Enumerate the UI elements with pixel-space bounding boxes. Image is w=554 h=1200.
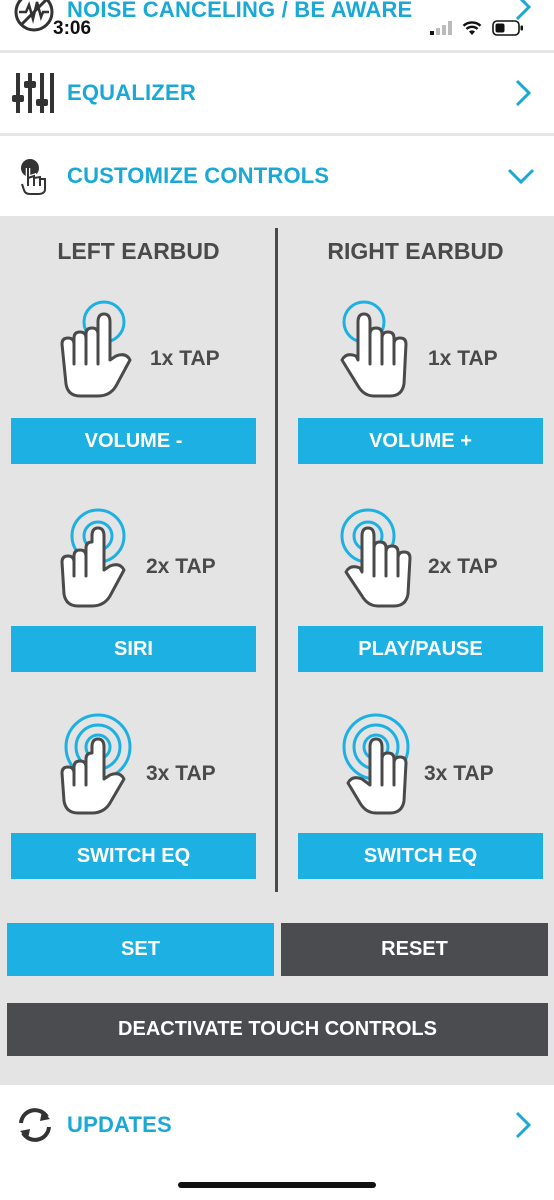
triple-tap-gesture-icon	[60, 713, 132, 815]
double-tap-gesture-icon	[60, 508, 126, 608]
triple-tap-gesture-icon	[342, 713, 410, 815]
equalizer-sliders-icon	[12, 73, 54, 113]
menu-row-customize-controls[interactable]: CUSTOMIZE CONTROLS	[0, 136, 554, 216]
refresh-icon	[19, 1108, 51, 1142]
noise-canceling-label: NOISE CANCELING / BE AWARE	[67, 0, 413, 22]
right-2x-tap-action-button[interactable]: PLAY/PAUSE	[298, 626, 543, 672]
reset-button[interactable]: RESET	[281, 923, 548, 976]
right-tap-label: 3x TAP	[424, 762, 494, 785]
chevron-right-icon	[515, 0, 532, 21]
cellular-signal-icon	[430, 21, 452, 35]
right-3x-tap-action-button[interactable]: SWITCH EQ	[298, 833, 543, 879]
battery-icon	[492, 20, 523, 36]
menu-row-updates[interactable]: UPDATES	[0, 1085, 554, 1165]
single-tap-gesture-icon	[340, 300, 408, 398]
chevron-right-icon	[515, 1111, 532, 1139]
left-earbud-title: LEFT EARBUD	[57, 238, 220, 264]
right-tap-label: 1x TAP	[428, 347, 498, 370]
home-indicator	[178, 1182, 376, 1188]
left-tap-label: 2x TAP	[146, 555, 216, 578]
right-1x-tap-action-button[interactable]: VOLUME +	[298, 418, 543, 464]
menu-row-equalizer[interactable]: EQUALIZER	[0, 53, 554, 133]
earbud-divider	[275, 228, 278, 892]
right-earbud-title: RIGHT EARBUD	[327, 238, 504, 264]
deactivate-touch-controls-button[interactable]: DEACTIVATE TOUCH CONTROLS	[7, 1003, 548, 1056]
left-tap-label: 3x TAP	[146, 762, 216, 785]
status-icons	[430, 20, 524, 36]
double-tap-gesture-icon	[340, 508, 412, 608]
left-3x-tap-action-button[interactable]: SWITCH EQ	[11, 833, 256, 879]
customize-controls-label: CUSTOMIZE CONTROLS	[67, 163, 330, 188]
left-2x-tap-action-button[interactable]: SIRI	[11, 626, 256, 672]
customize-controls-panel: LEFT EARBUD RIGHT EARBUD 1x TAP 1x TAP V…	[0, 216, 554, 1085]
single-tap-gesture-icon	[60, 300, 132, 398]
updates-label: UPDATES	[67, 1112, 172, 1137]
noise-canceling-icon	[14, 0, 54, 32]
chevron-down-icon	[507, 168, 535, 185]
set-button[interactable]: SET	[7, 923, 274, 976]
right-tap-label: 2x TAP	[428, 555, 498, 578]
chevron-right-icon	[515, 79, 532, 107]
wifi-icon	[462, 20, 482, 35]
status-time: 3:06	[53, 18, 92, 39]
touch-hand-icon	[19, 159, 48, 196]
equalizer-label: EQUALIZER	[67, 80, 196, 105]
left-1x-tap-action-button[interactable]: VOLUME -	[11, 418, 256, 464]
left-tap-label: 1x TAP	[150, 347, 220, 370]
